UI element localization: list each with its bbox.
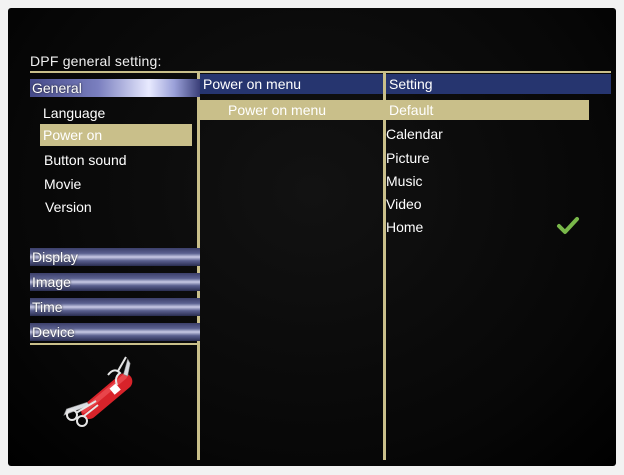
- menu-item-version[interactable]: Version: [45, 198, 92, 216]
- menu-item-power-on[interactable]: Power on: [40, 124, 192, 146]
- check-icon: [557, 217, 579, 234]
- category-display[interactable]: Display: [30, 248, 200, 266]
- option-calendar[interactable]: Calendar: [386, 125, 443, 143]
- setting-header: Setting: [386, 74, 611, 94]
- category-time[interactable]: Time: [30, 298, 200, 316]
- option-video[interactable]: Video: [386, 195, 422, 213]
- category-device[interactable]: Device: [30, 323, 200, 341]
- category-general[interactable]: General: [30, 79, 200, 97]
- menu-item-movie[interactable]: Movie: [44, 175, 81, 193]
- setup-screen: DPF general setting: General Language Po…: [8, 8, 616, 466]
- header-divider: [30, 71, 611, 73]
- category-image[interactable]: Image: [30, 273, 200, 291]
- column-divider-left: [197, 73, 200, 460]
- option-home[interactable]: Home: [386, 218, 423, 236]
- option-default[interactable]: Default: [386, 100, 589, 120]
- power-on-menu-header: Power on menu: [200, 74, 383, 94]
- category-bottom-divider: [30, 343, 200, 345]
- multitool-icon: [63, 356, 133, 427]
- menu-item-button-sound[interactable]: Button sound: [44, 151, 127, 169]
- option-music[interactable]: Music: [386, 172, 423, 190]
- menu-item-language[interactable]: Language: [43, 104, 105, 122]
- page-title: DPF general setting:: [30, 53, 162, 69]
- option-picture[interactable]: Picture: [386, 149, 430, 167]
- power-on-menu-item[interactable]: Power on menu: [200, 100, 383, 120]
